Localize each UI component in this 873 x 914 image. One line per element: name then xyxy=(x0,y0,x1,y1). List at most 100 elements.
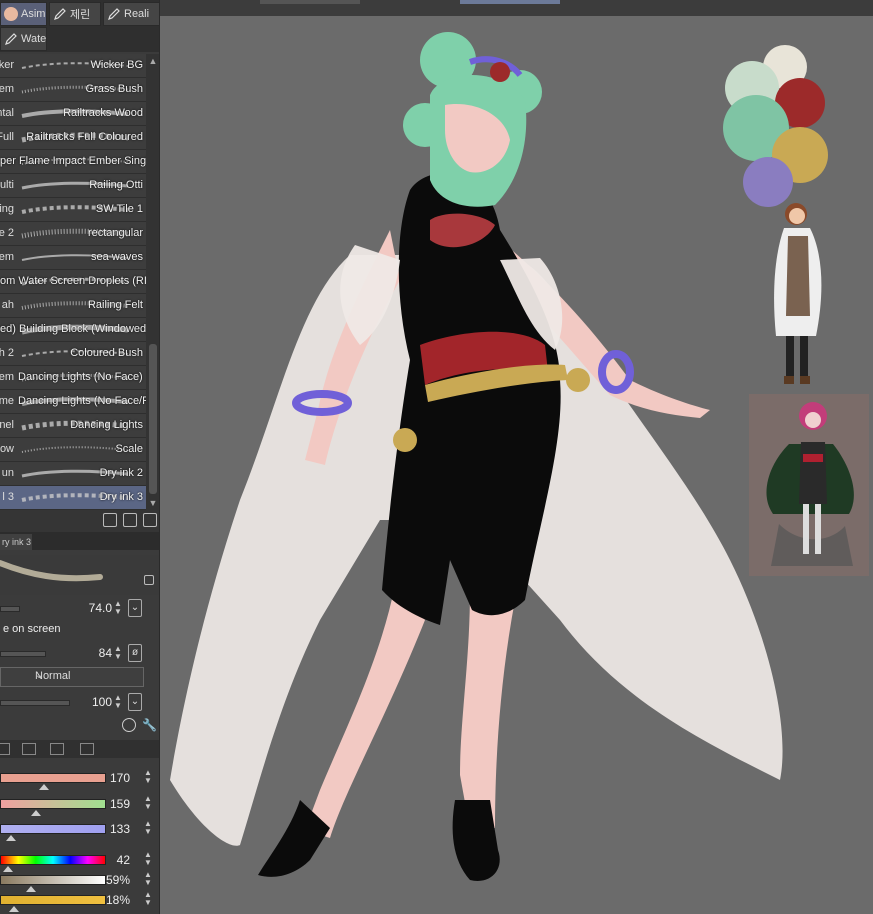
brush-left-label: un xyxy=(1,467,14,479)
brush-list-item[interactable]: ed) Building Block (Windowed) xyxy=(0,318,146,342)
color-slider-value[interactable]: 170 xyxy=(90,771,130,785)
color-slider-value[interactable]: 159 xyxy=(90,797,130,811)
brush-name-label: Railtracks Wood xyxy=(63,107,143,119)
opacity-spinner[interactable]: ▲ ▼ xyxy=(114,645,122,661)
brush-list-item[interactable]: icker Wicker BG xyxy=(0,54,146,78)
intermediate-color-tab-icon[interactable] xyxy=(50,743,64,755)
color-slider-value[interactable]: 59% xyxy=(90,873,130,887)
brush-name-overlay: Dancing Lights (No Face) xyxy=(18,371,143,383)
blend-mode-dropdown[interactable]: Normal ⌄ xyxy=(0,667,144,687)
density-dynamics-button[interactable]: ⌄ xyxy=(128,693,142,711)
trash-icon[interactable] xyxy=(143,513,157,527)
color-slider-spinner[interactable]: ▲ ▼ xyxy=(144,795,152,811)
color-slider-value[interactable]: 42 xyxy=(90,853,130,867)
color-slider-spinner[interactable]: ▲ ▼ xyxy=(144,891,152,907)
brush-left-label: e 2 xyxy=(0,227,14,239)
density-slider[interactable] xyxy=(0,700,70,706)
brush-list-item[interactable]: om Water Screen Droplets (RI xyxy=(0,270,146,294)
top-tab-segment-active[interactable] xyxy=(460,0,560,4)
brush-list-item[interactable]: nel Dancing Lights xyxy=(0,414,146,438)
color-slider-knob[interactable] xyxy=(39,784,49,790)
brush-list-item[interactable]: h 2 Coloured Bush xyxy=(0,342,146,366)
dynamics-button[interactable]: ⌄ xyxy=(128,599,142,617)
color-slider-spinner[interactable]: ▲ ▼ xyxy=(144,820,152,836)
brush-size-value[interactable]: 74.0 xyxy=(80,601,112,615)
brush-left-fragment: ah xyxy=(0,294,16,317)
reset-icon[interactable] xyxy=(122,718,136,732)
opacity-value[interactable]: 84 xyxy=(80,646,112,660)
brush-left-fragment: icker xyxy=(0,54,16,77)
brush-left-label: em xyxy=(0,371,14,383)
brush-left-label: ing xyxy=(0,203,14,215)
brush-tab-3[interactable]: Reali xyxy=(103,2,159,26)
color-wheel-tab-icon[interactable] xyxy=(0,743,10,755)
wrench-icon[interactable]: 🔧 xyxy=(142,718,157,732)
brush-list-item[interactable]: ntal Railtracks Wood xyxy=(0,102,146,126)
duplicate-icon[interactable] xyxy=(123,513,137,527)
color-slider-spinner[interactable]: ▲ ▼ xyxy=(144,871,152,887)
tool-property-tab[interactable]: ry ink 3 xyxy=(0,534,32,550)
brush-tab-2[interactable]: 제린 xyxy=(49,2,101,26)
brush-left-label: ah xyxy=(1,299,14,311)
brush-tab-asim[interactable]: Asim xyxy=(0,2,47,26)
scroll-down-icon[interactable]: ▼ xyxy=(148,498,158,508)
brush-left-label: em xyxy=(0,251,14,263)
brush-size-slider[interactable] xyxy=(0,606,20,612)
brush-list-item[interactable]: ulti Railing Otti xyxy=(0,174,146,198)
brush-list-item[interactable]: un Dry ink 2 xyxy=(0,462,146,486)
brush-name-label: Railtracks Full Coloured xyxy=(26,131,143,143)
brush-tab-4[interactable]: Wate xyxy=(0,27,47,51)
lock-icon[interactable] xyxy=(144,575,154,585)
brush-name-overlay: per Flame Impact Ember Single xyxy=(0,155,146,167)
brush-list-item[interactable]: em Grass Bush xyxy=(0,78,146,102)
brush-left-label: h 2 xyxy=(0,347,14,359)
brush-list-item[interactable]: ah Railing Felt xyxy=(0,294,146,318)
color-slider-knob[interactable] xyxy=(6,835,16,841)
brush-list-scrollbar[interactable]: ▲ ▼ xyxy=(146,54,159,510)
brush-name-label: Dry ink 3 xyxy=(99,491,143,503)
color-set-tab-icon[interactable] xyxy=(22,743,36,755)
brush-name-label: sea waves xyxy=(91,251,143,263)
brush-left-label: Full xyxy=(0,131,14,143)
density-spinner[interactable]: ▲ ▼ xyxy=(114,694,122,710)
density-value[interactable]: 100 xyxy=(80,695,112,709)
opacity-slider[interactable] xyxy=(0,651,46,657)
color-slider-value[interactable]: 133 xyxy=(90,822,130,836)
brush-name-label: Railing Felt xyxy=(87,299,143,311)
scroll-up-icon[interactable]: ▲ xyxy=(148,56,158,66)
brush-left-fragment: ulti xyxy=(0,174,16,197)
brush-list-item[interactable]: l 3 Dry ink 3 xyxy=(0,486,146,510)
brush-list-item[interactable]: ing SW Tile 1 xyxy=(0,198,146,222)
brush-list-item[interactable]: me Dancing Lights (No Face/F xyxy=(0,390,146,414)
brush-size-spinner[interactable]: ▲ ▼ xyxy=(114,600,122,616)
brush-list-footer xyxy=(0,510,159,532)
avatar-icon xyxy=(4,7,18,21)
scrollbar-thumb[interactable] xyxy=(149,344,157,494)
color-slider-row: 170 ▲ ▼ xyxy=(0,767,159,791)
brush-name-overlay: om Water Screen Droplets (RI xyxy=(0,275,146,287)
color-slider-spinner[interactable]: ▲ ▼ xyxy=(144,851,152,867)
top-tab-segment[interactable] xyxy=(260,0,360,4)
brush-list-item[interactable]: em Dancing Lights (No Face) xyxy=(0,366,146,390)
brush-list-item[interactable]: em sea waves xyxy=(0,246,146,270)
brush-list-item[interactable]: e 2 rectangular xyxy=(0,222,146,246)
download-icon[interactable] xyxy=(103,513,117,527)
opacity-dynamics-button[interactable]: ø xyxy=(128,644,142,662)
color-slider-spinner[interactable]: ▲ ▼ xyxy=(144,769,152,785)
brush-group-tabs: Asim 제린 Reali Wate xyxy=(0,0,159,52)
brush-stroke-preview xyxy=(0,555,159,595)
pen-icon xyxy=(53,7,67,21)
size-option-row: e on screen xyxy=(0,620,159,642)
density-row: 100 ▲ ▼ ⌄ xyxy=(0,692,159,714)
color-slider-knob[interactable] xyxy=(31,810,41,816)
brush-left-label: ulti xyxy=(0,179,14,191)
color-slider-value[interactable]: 18% xyxy=(90,893,130,907)
color-history-tab-icon[interactable] xyxy=(80,743,94,755)
brush-list-item[interactable]: ow Scale xyxy=(0,438,146,462)
color-slider-knob[interactable] xyxy=(9,906,19,912)
brush-tab-label: Reali xyxy=(124,8,150,20)
brush-name-label: SW Tile 1 xyxy=(95,203,143,215)
brush-list-item[interactable]: Full Railtracks Full Coloured xyxy=(0,126,146,150)
brush-left-label: icker xyxy=(0,59,14,71)
brush-list-item[interactable]: per Flame Impact Ember Single xyxy=(0,150,146,174)
